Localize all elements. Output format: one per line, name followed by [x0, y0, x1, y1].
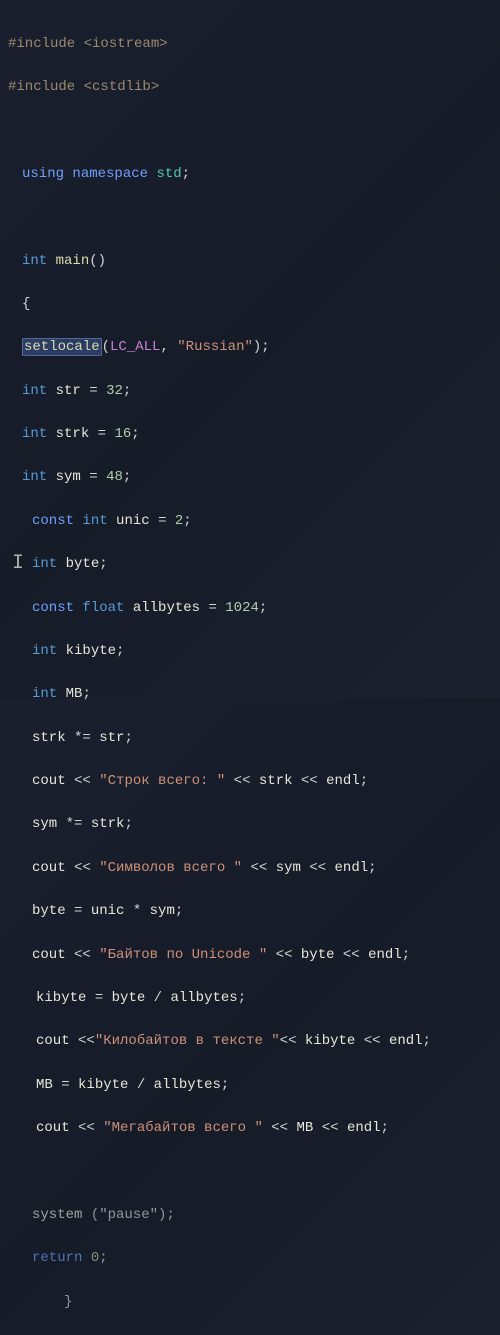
var-unic: unic [116, 513, 150, 529]
text-cursor-icon: I [12, 548, 24, 579]
var-kibyte: kibyte [66, 643, 116, 659]
cout: cout [32, 860, 66, 876]
function-setlocale: setlocale [22, 338, 102, 356]
cout: cout [32, 773, 66, 789]
function-main: main [56, 253, 90, 269]
keyword-using: using [22, 166, 64, 182]
number: 48 [106, 469, 123, 485]
number: 1024 [225, 600, 259, 616]
include-header: <iostream> [84, 36, 168, 52]
code-editor-content[interactable]: #include <iostream> #include <cstdlib> u… [8, 12, 492, 1335]
include-header: <cstdlib> [84, 79, 160, 95]
cout: cout [36, 1033, 70, 1049]
type-int: int [22, 383, 47, 399]
string-literal: "Мегабайтов всего " [103, 1120, 263, 1136]
type-int: int [22, 469, 47, 485]
cout: cout [36, 1120, 70, 1136]
identifier-std: std [156, 166, 181, 182]
var-sym: sym [56, 469, 81, 485]
type-int: int [82, 513, 107, 529]
var-mb: MB [36, 1077, 53, 1093]
brace-open: { [22, 296, 30, 312]
type-float: float [82, 600, 124, 616]
string-literal: "Символов всего " [99, 860, 242, 876]
var-byte: byte [32, 903, 66, 919]
number: 16 [114, 426, 131, 442]
type-int: int [22, 426, 47, 442]
string-russian: "Russian" [177, 339, 253, 355]
var-str: str [56, 383, 81, 399]
macro-lcall: LC_ALL [110, 339, 160, 355]
type-int: int [32, 686, 57, 702]
keyword-namespace: namespace [72, 166, 148, 182]
preprocessor-directive: #include [8, 36, 75, 52]
keyword-const: const [32, 600, 74, 616]
var-strk: strk [56, 426, 90, 442]
type-int: int [22, 253, 47, 269]
function-system: system [32, 1207, 82, 1223]
var-sym: sym [32, 816, 57, 832]
type-int: int [32, 643, 57, 659]
parens: () [89, 253, 106, 269]
var-allbytes: allbytes [133, 600, 200, 616]
string-literal: "Байтов по Unicode " [99, 947, 267, 963]
type-int: int [32, 556, 57, 572]
var-strk: strk [32, 730, 66, 746]
semicolon: ; [182, 166, 190, 182]
var-byte: byte [66, 556, 100, 572]
preprocessor-directive: #include [8, 79, 75, 95]
brace-close: } [64, 1294, 72, 1310]
string-literal: "Строк всего: " [99, 773, 225, 789]
number: 32 [106, 383, 123, 399]
keyword-const: const [32, 513, 74, 529]
keyword-return: return [32, 1250, 82, 1266]
var-mb: MB [66, 686, 83, 702]
string-literal: "Килобайтов в тексте " [95, 1033, 280, 1049]
cout: cout [32, 947, 66, 963]
var-kibyte: kibyte [36, 990, 86, 1006]
